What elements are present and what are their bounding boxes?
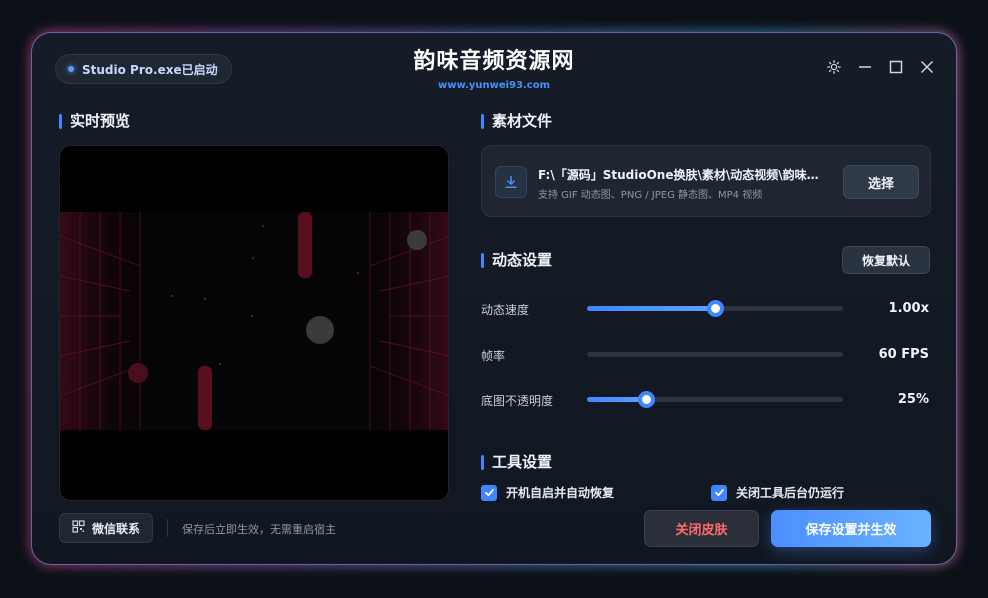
speed-value: 1.00x (888, 301, 929, 316)
choose-file-button[interactable]: 选择 (843, 165, 919, 199)
divider (167, 519, 168, 537)
save-hint: 保存后立即生效，无需重启宿主 (182, 523, 336, 536)
speed-slider-thumb[interactable] (707, 300, 724, 317)
preview-section-title: 实时预览 (59, 112, 130, 130)
checkbox-checked-icon[interactable] (481, 484, 497, 501)
tools-section-title: 工具设置 (481, 453, 552, 471)
live-preview (59, 145, 449, 501)
reset-default-button[interactable]: 恢复默认 (842, 246, 930, 274)
opacity-value: 25% (897, 392, 929, 407)
close-icon[interactable] (917, 57, 936, 76)
motion-section-title: 动态设置 (481, 251, 552, 269)
speed-label: 动态速度 (481, 303, 530, 317)
preview-scene (60, 146, 448, 500)
app-title: 韵味音频资源网 (413, 49, 575, 74)
autostart-option[interactable]: 开机自启并自动恢复 (481, 484, 614, 501)
app-window: Studio Pro.exe已启动 韵味音频资源网 www.yunwei93.c… (31, 32, 957, 565)
file-format-hint: 支持 GIF 动态图、PNG / JPEG 静态图、MP4 视频 (538, 190, 763, 201)
opacity-label: 底图不透明度 (481, 394, 554, 408)
window-controls (824, 57, 936, 76)
opacity-slider-thumb[interactable] (637, 391, 655, 408)
background-run-label: 关闭工具后台仍运行 (736, 486, 845, 500)
close-skin-button[interactable]: 关闭皮肤 (644, 510, 759, 547)
autostart-label: 开机自启并自动恢复 (506, 486, 615, 500)
qrcode-icon (72, 520, 85, 536)
app-subtitle: www.yunwei93.com (437, 80, 550, 91)
wechat-contact-button[interactable]: 微信联系 (59, 513, 154, 543)
material-file-card: F:\「源码」StudioOne换肤\素材\动态视频\韵味音… 支持 GIF 动… (481, 145, 931, 217)
file-path: F:\「源码」StudioOne换肤\素材\动态视频\韵味音… (538, 168, 828, 182)
wechat-contact-label: 微信联系 (92, 521, 141, 536)
material-section-title: 素材文件 (481, 112, 552, 130)
fps-label: 帧率 (481, 349, 506, 363)
download-icon (495, 166, 527, 198)
fps-slider[interactable] (587, 352, 843, 357)
minimize-icon[interactable] (855, 57, 874, 76)
settings-icon[interactable] (824, 57, 843, 76)
speed-slider-fill (587, 306, 715, 311)
maximize-icon[interactable] (886, 57, 905, 76)
speed-slider[interactable] (587, 300, 843, 317)
background-run-option[interactable]: 关闭工具后台仍运行 (711, 484, 844, 501)
save-apply-button[interactable]: 保存设置并生效 (771, 510, 931, 547)
checkbox-checked-icon[interactable] (711, 484, 727, 501)
fps-value: 60 FPS (878, 347, 929, 362)
opacity-slider[interactable] (587, 391, 843, 408)
